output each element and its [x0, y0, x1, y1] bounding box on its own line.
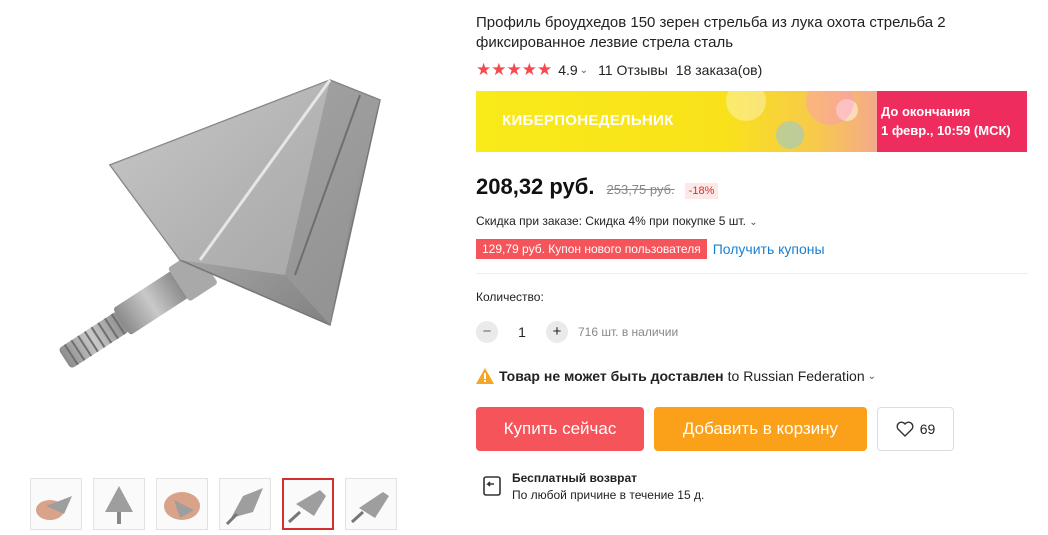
chevron-down-icon: ⌄ [867, 370, 877, 382]
thumbnail[interactable] [345, 478, 397, 530]
banner-until-label: До окончания [881, 104, 971, 119]
rating-value[interactable]: 4.9 [558, 62, 577, 78]
image-gallery [0, 0, 450, 535]
heart-icon [896, 421, 914, 437]
price-row: 208,32 руб. 253,75 руб. -18% [476, 174, 1028, 200]
thumbnail-selected[interactable] [282, 478, 334, 530]
thumbnail[interactable] [219, 478, 271, 530]
chevron-down-icon: ⌄ [749, 217, 758, 228]
wishlist-count: 69 [919, 421, 936, 437]
quantity-input[interactable]: 1 [498, 324, 546, 340]
banner-until-date: 1 февр., 10:59 (МСК) [881, 123, 1011, 138]
return-title: Бесплатный возврат [512, 471, 638, 485]
star-rating-icon: ★★★★★ [476, 60, 553, 79]
bubble-decoration [776, 121, 804, 149]
chevron-down-icon[interactable]: ⌄ [580, 65, 588, 76]
reviews-link[interactable]: 11 Отзывы [598, 62, 668, 78]
promo-banner[interactable]: КИБЕРПОНЕДЕЛЬНИК До окончания 1 февр., 1… [476, 91, 1027, 152]
return-subtitle: По любой причине в течение 15 д. [512, 488, 705, 502]
bulk-discount-text: Скидка при заказе: Скидка 4% при покупке… [476, 214, 746, 228]
return-icon [483, 476, 501, 496]
thumbnail[interactable] [93, 478, 145, 530]
bubble-decoration [726, 91, 766, 121]
shipping-row[interactable]: Товар не может быть доставлен to Russian… [476, 368, 1028, 384]
get-coupons-link[interactable]: Получить купоны [713, 241, 825, 257]
shipping-destination: to Russian Federation [727, 368, 865, 384]
banner-countdown: До окончания 1 февр., 10:59 (МСК) [877, 91, 1027, 152]
buy-now-button[interactable]: Купить сейчас [476, 407, 644, 451]
bulk-discount[interactable]: Скидка при заказе: Скидка 4% при покупке… [476, 214, 1028, 228]
wishlist-button[interactable]: 69 [877, 407, 954, 451]
divider [476, 273, 1028, 274]
main-product-image[interactable] [30, 60, 410, 420]
rating-row: ★★★★★ 4.9 ⌄ 11 Отзывы 18 заказа(ов) [476, 60, 1028, 79]
current-price: 208,32 руб. [476, 174, 595, 199]
quantity-increase-button[interactable]: + [546, 321, 568, 343]
action-buttons: Купить сейчас Добавить в корзину 69 [476, 407, 1028, 451]
banner-label: КИБЕРПОНЕДЕЛЬНИК [502, 112, 674, 129]
shipping-warning: Товар не может быть доставлен [499, 368, 724, 384]
thumbnail[interactable] [156, 478, 208, 530]
stock-count: 716 шт. в наличии [578, 325, 679, 339]
product-info: Профиль броудхедов 150 зерен стрельба из… [476, 0, 1028, 502]
quantity-decrease-button[interactable]: − [476, 321, 498, 343]
new-user-coupon: 129,79 руб. Купон нового пользователя [476, 239, 707, 259]
warning-icon [476, 368, 494, 384]
discount-badge: -18% [684, 183, 719, 199]
product-title: Профиль броудхедов 150 зерен стрельба из… [476, 14, 946, 51]
old-price: 253,75 руб. [606, 182, 675, 197]
thumbnail[interactable] [30, 478, 82, 530]
free-return: Бесплатный возврат По любой причине в те… [476, 471, 1028, 502]
coupon-row: 129,79 руб. Купон нового пользователя По… [476, 239, 1028, 259]
quantity-stepper: − 1 + 716 шт. в наличии [476, 320, 1028, 344]
thumbnail-strip [30, 478, 397, 530]
orders-count: 18 заказа(ов) [675, 62, 763, 78]
quantity-label: Количество: [476, 290, 544, 304]
add-to-cart-button[interactable]: Добавить в корзину [654, 407, 867, 451]
